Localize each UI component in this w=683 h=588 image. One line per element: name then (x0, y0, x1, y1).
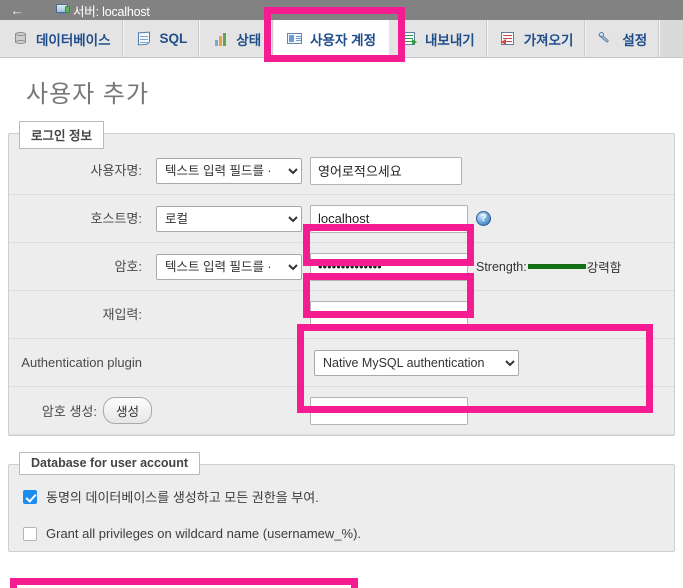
settings-wrench-icon (598, 31, 615, 47)
user-account-icon (286, 31, 303, 47)
password-strength: Strength: 강력함 (476, 257, 621, 276)
auth-plugin-select[interactable]: Native MySQL authentication (314, 349, 519, 376)
help-question-icon[interactable]: ? (476, 211, 491, 226)
password-mode-select[interactable]: 텍스트 입력 필드를 · (156, 253, 302, 280)
username-mode-select[interactable]: 텍스트 입력 필드를 · (156, 157, 302, 184)
login-info-legend: 로그인 정보 (19, 121, 104, 149)
checkbox-same-name-db[interactable] (23, 489, 37, 504)
username-input[interactable] (310, 156, 462, 185)
tab-settings-label: 설정 (622, 32, 648, 48)
password-input[interactable] (310, 252, 468, 281)
row-retype: 재입력: (9, 291, 674, 339)
import-icon (500, 31, 517, 47)
hostname-label: 호스트명: (90, 210, 142, 226)
tab-import-label: 가져오기 (523, 32, 574, 48)
row-username: 사용자명: 텍스트 입력 필드를 · (9, 147, 674, 195)
retype-password-input[interactable] (310, 300, 468, 329)
row-hostname: 호스트명: 로컬 ? (9, 195, 674, 243)
tab-databases[interactable]: 데이터베이스 (0, 20, 124, 57)
db-option-same-name-label: 동명의 데이터베이스를 생성하고 모든 권한을 부여. (46, 490, 319, 505)
sql-page-icon (136, 31, 153, 47)
password-label: 암호: (114, 258, 142, 274)
highlight-database-checkbox (10, 578, 358, 588)
tab-status-label: 상태 (236, 32, 262, 48)
hostname-mode-select[interactable]: 로컬 (156, 205, 302, 232)
status-chart-icon (212, 31, 229, 47)
generate-password-label-wrap: 암호 생성: 생성 (9, 397, 152, 424)
database-for-user-fieldset: Database for user account 동명의 데이터베이스를 생성… (8, 452, 675, 552)
hostname-input[interactable] (310, 204, 468, 233)
tab-sql[interactable]: SQL (123, 20, 201, 57)
database-for-user-legend: Database for user account (19, 452, 200, 475)
password-strength-label: Strength: (476, 259, 527, 274)
username-label: 사용자명: (90, 162, 142, 178)
tab-sql-label: SQL (159, 31, 188, 46)
generated-password-input[interactable] (310, 396, 468, 425)
server-title: 서버: localhost (73, 4, 150, 19)
db-option-wildcard[interactable]: Grant all privileges on wildcard name (u… (9, 516, 674, 551)
tab-databases-label: 데이터베이스 (36, 32, 111, 48)
tab-user-accounts[interactable]: 사용자 계정 (274, 20, 389, 57)
retype-label: 재입력: (102, 306, 143, 322)
password-strength-bar (527, 264, 586, 269)
tab-import[interactable]: 가져오기 (487, 20, 587, 57)
row-password: 암호: 텍스트 입력 필드를 · Strength: 강력함 (9, 243, 674, 291)
tab-user-accounts-label: 사용자 계정 (310, 32, 376, 48)
tab-export[interactable]: 내보내기 (389, 20, 488, 57)
back-arrow-icon[interactable]: ← (0, 0, 34, 20)
tab-settings[interactable]: 설정 (586, 20, 661, 57)
tab-status[interactable]: 상태 (200, 20, 275, 57)
server-monitor-icon (56, 3, 72, 17)
checkbox-wildcard-privileges[interactable] (23, 526, 37, 541)
db-option-wildcard-label: Grant all privileges on wildcard name (u… (46, 526, 362, 541)
row-auth-plugin: Authentication plugin Native MySQL authe… (9, 339, 674, 387)
main-tab-bar: 데이터베이스 SQL 상태 사용자 계정 내보내기 가져오기 설정 (0, 20, 683, 58)
app-title-bar: ← 서버: localhost (0, 0, 683, 20)
page-title: 사용자 추가 (26, 81, 150, 108)
password-strength-text: 강력함 (586, 261, 622, 275)
export-icon (401, 31, 418, 47)
database-icon (12, 31, 29, 47)
generate-password-label: 암호 생성: (41, 404, 97, 419)
db-option-same-name[interactable]: 동명의 데이터베이스를 생성하고 모든 권한을 부여. (9, 477, 674, 516)
login-info-fieldset: 로그인 정보 사용자명: 텍스트 입력 필드를 · 호스트명: 로컬 (8, 121, 675, 436)
page-content: 사용자 추가 로그인 정보 사용자명: 텍스트 입력 필드를 · 호스트명: 로… (0, 58, 683, 588)
tab-export-label: 내보내기 (425, 32, 475, 48)
auth-plugin-label: Authentication plugin (21, 354, 142, 370)
row-generate-password: 암호 생성: 생성 (9, 387, 674, 435)
generate-password-button[interactable]: 생성 (102, 397, 152, 424)
